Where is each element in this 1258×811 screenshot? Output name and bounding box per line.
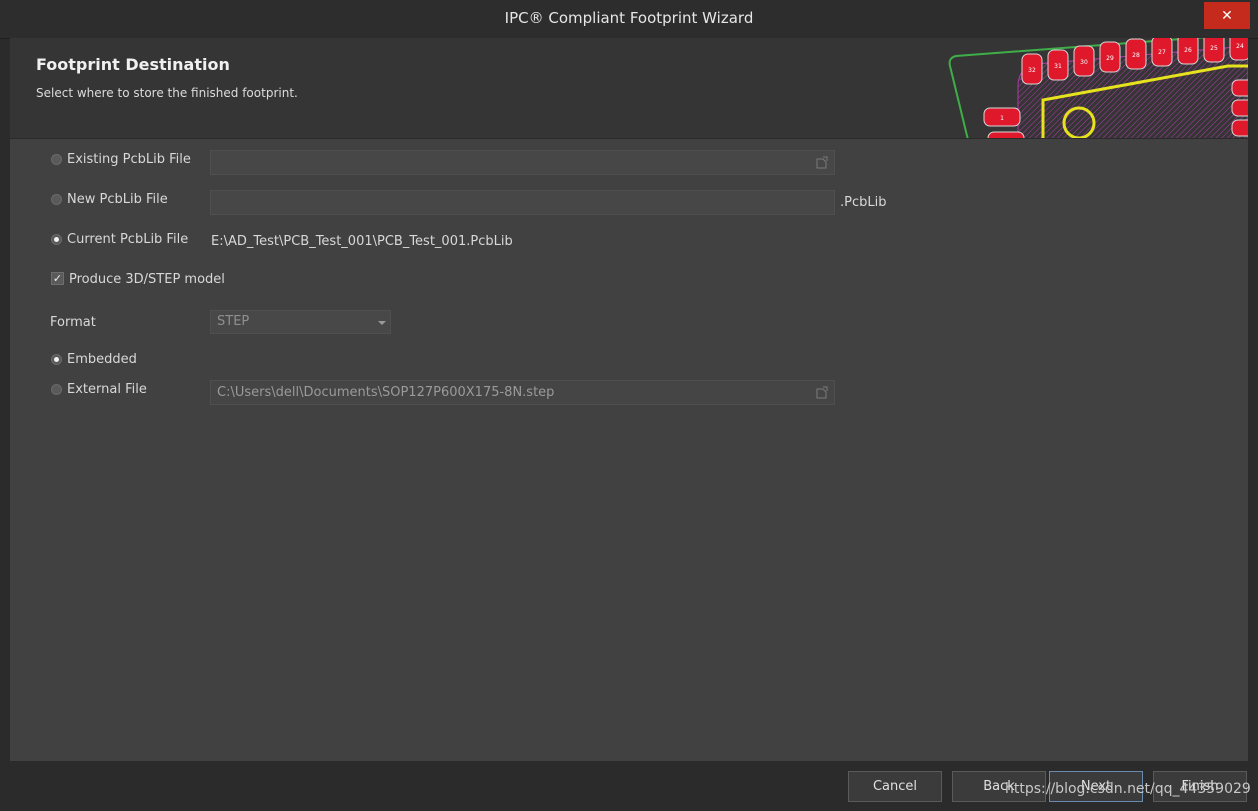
pad-label: 30 [1080, 59, 1088, 66]
page-subtitle: Select where to store the finished footp… [36, 86, 298, 100]
watermark-text: https://blog.csdn.net/qq_44359029 [1005, 781, 1251, 797]
format-select[interactable]: STEP [210, 310, 391, 334]
pad-label: 29 [1106, 55, 1114, 62]
embedded-label: Embedded [67, 352, 137, 367]
current-pcblib-path: E:\AD_Test\PCB_Test_001\PCB_Test_001.Pcb… [211, 234, 513, 249]
wizard-header: Footprint Destination Select where to st… [10, 38, 1248, 139]
window-title: IPC® Compliant Footprint Wizard [504, 9, 754, 27]
existing-pcblib-label: Existing PcbLib File [67, 152, 191, 167]
format-label: Format [50, 315, 96, 330]
page-title: Footprint Destination [36, 55, 230, 74]
current-pcblib-label: Current PcbLib File [67, 232, 189, 247]
external-file-radio[interactable] [51, 384, 62, 395]
pad-label: 32 [1028, 67, 1036, 74]
close-button[interactable]: ✕ [1204, 2, 1250, 29]
pad-label: 26 [1184, 47, 1192, 54]
wizard-content: Existing PcbLib File New PcbLib File .Pc… [10, 139, 1248, 761]
external-file-field[interactable]: C:\Users\dell\Documents\SOP127P600X175-8… [210, 380, 835, 405]
pcb-footprint-illustration: 32 31 30 29 28 27 26 25 24 1 [948, 38, 1248, 138]
new-pcblib-field[interactable] [210, 190, 835, 215]
external-file-label: External File [67, 382, 147, 397]
close-icon: ✕ [1221, 7, 1233, 24]
window-titlebar: IPC® Compliant Footprint Wizard ✕ [0, 0, 1258, 39]
pad-label: 27 [1158, 49, 1166, 56]
produce-3d-label: Produce 3D/STEP model [69, 272, 225, 287]
pad-label: 24 [1236, 43, 1244, 50]
pad-label: 25 [1210, 45, 1218, 52]
browse-file-icon[interactable] [816, 156, 828, 169]
existing-pcblib-field[interactable] [210, 150, 835, 175]
cancel-button[interactable]: Cancel [848, 771, 942, 802]
produce-3d-checkbox[interactable]: ✓ [51, 272, 64, 285]
browse-file-icon[interactable] [816, 386, 828, 399]
existing-pcblib-radio[interactable] [51, 154, 62, 165]
pad-label: 31 [1054, 63, 1062, 70]
pcblib-extension-label: .PcbLib [840, 195, 887, 210]
pad-label: 1 [1000, 115, 1004, 122]
pad-label: 28 [1132, 52, 1140, 59]
embedded-radio[interactable] [51, 354, 62, 365]
new-pcblib-radio[interactable] [51, 194, 62, 205]
new-pcblib-label: New PcbLib File [67, 192, 168, 207]
current-pcblib-radio[interactable] [51, 234, 62, 245]
chevron-down-icon [378, 321, 386, 325]
